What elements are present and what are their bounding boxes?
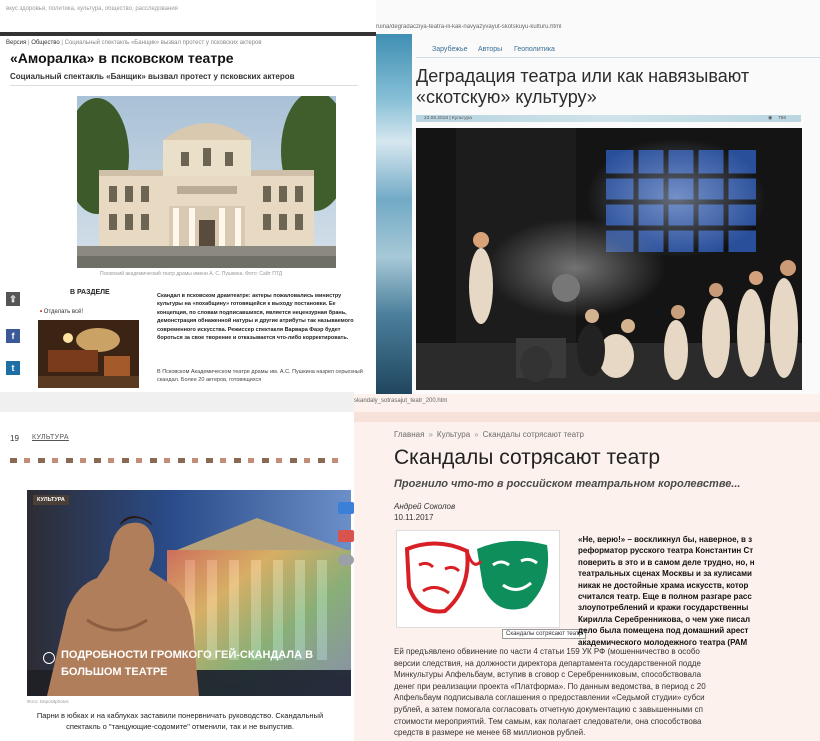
body-line: средств в размере не менее 68 миллионов …: [394, 728, 586, 738]
quote-line: театральных сценах Москвы и за кулисами: [578, 569, 752, 579]
site-header-text: вкус здоровья, политика, культура, общес…: [6, 6, 178, 12]
body-line: Апфельбаум подписывала соглашения о пред…: [394, 693, 705, 703]
menu-item[interactable]: Геополитика: [514, 46, 555, 53]
photo-credit: Фото: Depositphotos: [27, 699, 69, 704]
article-intro: Скандал в псковском драмтеатре: актеры п…: [157, 293, 354, 342]
breadcrumb-separator: »: [428, 430, 433, 439]
section-thumbnail[interactable]: [38, 320, 139, 388]
theatre-masks-image: [396, 530, 560, 628]
page-number: 19: [10, 434, 19, 443]
header-strip: [354, 412, 820, 422]
breadcrumb-item: Социальный спектакль «Банщик» вызвал про…: [64, 40, 262, 46]
category-badge: КУЛЬТУРА: [33, 495, 69, 505]
quote-line: считался театр. Еще в полном разгаре рас…: [578, 592, 752, 602]
share-icon[interactable]: ⇪: [6, 292, 20, 306]
section-link-label: Отделать всё!: [43, 309, 84, 315]
page-url: skandaly_sotrasajut_teatr_200.htm: [354, 398, 448, 404]
breadcrumb-item[interactable]: Культура: [437, 430, 470, 439]
author-name[interactable]: Андрей Соколов: [394, 502, 455, 511]
article-date: 10.11.2017: [394, 513, 434, 522]
promo-description: Парни в юбках и на каблуках заставили по…: [36, 711, 324, 731]
photo-caption: Псковский академический театр драмы имен…: [100, 271, 283, 277]
quote-line: поверить в это и в самом деле трудно, но…: [578, 557, 755, 567]
section-title: В РАЗДЕЛЕ: [70, 289, 110, 296]
page-title: «Аморалка» в псковском театре: [10, 50, 234, 66]
breadcrumb-item[interactable]: Версия: [6, 40, 26, 46]
menu-item[interactable]: Зарубежье: [432, 46, 467, 53]
article-panel-scandals: skandaly_sotrasajut_teatr_200.htm Главна…: [354, 394, 820, 741]
quote-line: злоупотреблений и кражи государственны: [578, 603, 749, 613]
comment-icon[interactable]: [338, 554, 354, 566]
category-link[interactable]: КУЛЬТУРА: [32, 434, 69, 441]
promo-title: ПОДРОБНОСТИ ГРОМКОГО ГЕЙ-СКАНДАЛА В БОЛЬ…: [61, 649, 314, 678]
theatre-stage-photo: [416, 128, 802, 390]
nav-bar: [0, 32, 376, 36]
quote-line: реформатор русского театра Константин Ст: [578, 546, 754, 556]
promo-card[interactable]: КУЛЬТУРА ПОДРОБНОСТИ ГРОМКОГО ГЕЙ-СКАНДА…: [27, 490, 351, 696]
dislike-icon[interactable]: [338, 530, 354, 542]
eye-icon: ◉: [768, 115, 773, 121]
body-line: денег при реализации проекта «Платформа»…: [394, 681, 706, 691]
body-line: версии следствия, на должности директора…: [394, 658, 701, 668]
top-gray-bar: [0, 392, 354, 412]
article-panel-bolshoi: 19 КУЛЬТУРА КУЛЬТУРА ПОДРОБНОСТИ ГРОМКОГ…: [0, 392, 354, 741]
breadcrumb-separator: »: [474, 430, 479, 439]
facebook-icon[interactable]: f: [6, 329, 20, 343]
body-line: Ей предъявлено обвинение по части 4 стат…: [394, 647, 700, 656]
article-body: Ей предъявлено обвинение по части 4 стат…: [394, 646, 820, 739]
views-count: 756: [778, 115, 787, 121]
page-subtitle: Прогнило что-то в российском театральном…: [394, 478, 741, 490]
theatre-building-photo: [77, 96, 336, 268]
page-title: Скандалы сотрясают театр: [394, 446, 661, 469]
article-quote: «Не, верю!» – воскликнул бы, наверное, в…: [578, 534, 820, 648]
body-line: Минкультуры Апфельбаум, вступив в сговор…: [394, 670, 702, 680]
section-link[interactable]: • Отделать всё!: [40, 309, 83, 315]
quote-line: дело была помещена под домашний арест: [578, 626, 749, 636]
body-line: рублей, а затем помогала согласовать отч…: [394, 704, 703, 714]
article-date: 23.08.2018 | Культура: [424, 115, 472, 121]
quote-line: никак не достойные храма искусств, котор: [578, 580, 749, 590]
menu-item[interactable]: Авторы: [478, 46, 502, 53]
image-tooltip: Скандалы сотрясают театр: [502, 629, 587, 639]
breadcrumb-item[interactable]: Главная: [394, 430, 424, 439]
article-panel-degradation: ruina/degradacziya-teatra-ili-kak-navyaz…: [376, 0, 820, 394]
quote-line: Кирилла Серебренникова, о чем уже писал: [578, 614, 751, 624]
top-menu: Зарубежье Авторы Геополитика: [416, 40, 820, 58]
article-text: В Псковском Академическом театре драмы и…: [157, 369, 363, 384]
breadcrumb: Главная» Культура» Скандалы сотрясают теат…: [394, 430, 584, 439]
like-icon[interactable]: [338, 502, 354, 514]
side-banner-image: [376, 34, 412, 394]
twitter-icon[interactable]: t: [6, 361, 20, 375]
breadcrumb-item: Скандалы сотрясают театр: [482, 430, 584, 439]
bullet-icon: •: [40, 309, 43, 315]
breadcrumb-item[interactable]: Общество: [31, 40, 60, 46]
quote-line: «Не, верю!» – воскликнул бы, наверное, в…: [578, 535, 753, 544]
page-url: ruina/degradacziya-teatra-ili-kak-navyaz…: [376, 24, 562, 30]
page-title: Деградация театра или как навязывают «ск…: [416, 66, 750, 107]
article-lead: Социальный спектакль «Банщик» вызвал про…: [10, 72, 358, 86]
article-panel-amoralka: вкус здоровья, политика, культура, общес…: [0, 0, 376, 392]
play-icon[interactable]: [43, 652, 55, 664]
body-line: стоимости мероприятий. Тем самым, как по…: [394, 716, 702, 726]
thumbnail-strip: [10, 458, 340, 463]
article-meta-bar: 23.08.2018 | Культура ◉ 756: [416, 115, 801, 122]
breadcrumb: Версия | Общество | Социальный спектакль…: [6, 40, 262, 46]
